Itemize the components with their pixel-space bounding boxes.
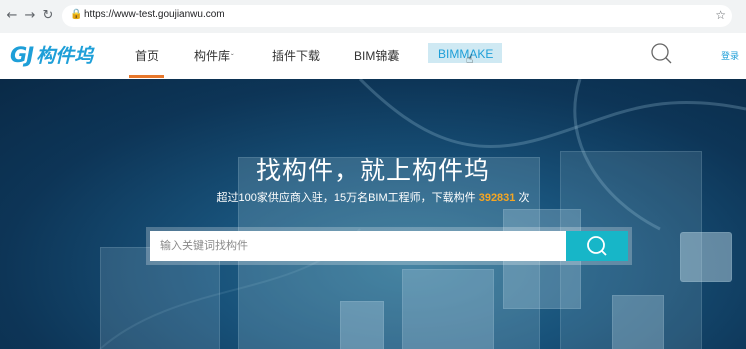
logo-mark: GJ	[10, 42, 34, 67]
hero-search-button[interactable]	[566, 231, 628, 261]
bookmark-star-icon[interactable]: ☆	[715, 8, 726, 22]
login-link[interactable]: 登录	[721, 49, 739, 62]
url-text: https://www-test.goujianwu.com	[84, 9, 225, 20]
nav-bim-tips[interactable]: BIM锦囊	[354, 47, 399, 64]
hero-banner: 找构件，就上构件坞 超过100家供应商入驻，15万名BIM工程师，下载构件 39…	[0, 79, 746, 349]
decor-block	[612, 295, 664, 349]
hand-cursor-icon: ☝	[466, 52, 474, 66]
lock-icon: 🔒	[70, 9, 83, 20]
chevron-down-icon: ˇ	[231, 53, 234, 62]
nav-plugin-download[interactable]: 插件下载	[272, 47, 320, 64]
logo[interactable]: GJ 构件坞	[10, 41, 93, 68]
address-bar[interactable]: 🔒 https://www-test.goujianwu.com ☆	[62, 5, 732, 27]
decor-block	[402, 269, 494, 349]
reload-icon[interactable]: ↻	[40, 8, 56, 24]
browser-toolbar: ← → ↻ 🔒 https://www-test.goujianwu.com ☆	[0, 0, 746, 34]
site-header: GJ 构件坞 首页 构件库ˇ 插件下载 BIM锦囊 BIMMAKE ☝ 登录	[0, 33, 746, 79]
forward-icon[interactable]: →	[22, 8, 38, 24]
download-count: 392831	[478, 192, 516, 204]
nav-home[interactable]: 首页	[135, 47, 159, 64]
search-icon[interactable]	[650, 42, 672, 64]
nav-bimmake[interactable]: BIMMAKE	[428, 43, 502, 63]
hero-subtitle-suffix: 次	[515, 192, 530, 204]
back-icon[interactable]: ←	[4, 8, 20, 24]
hero-search-input[interactable]	[150, 231, 566, 261]
active-nav-indicator	[129, 75, 164, 78]
decor-block	[680, 232, 732, 282]
logo-text: 构件坞	[36, 45, 94, 67]
hero-subtitle: 超过100家供应商入驻，15万名BIM工程师，下载构件 392831 次	[0, 189, 746, 205]
search-icon	[587, 236, 607, 256]
decor-block	[340, 301, 384, 349]
hero-title: 找构件，就上构件坞	[255, 156, 490, 185]
nav-component-library-label: 构件库	[194, 49, 231, 63]
nav-component-library[interactable]: 构件库ˇ	[194, 47, 234, 64]
hero-subtitle-prefix: 超过100家供应商入驻，15万名BIM工程师，下载构件	[216, 192, 479, 204]
hero-search-bar	[146, 227, 632, 265]
